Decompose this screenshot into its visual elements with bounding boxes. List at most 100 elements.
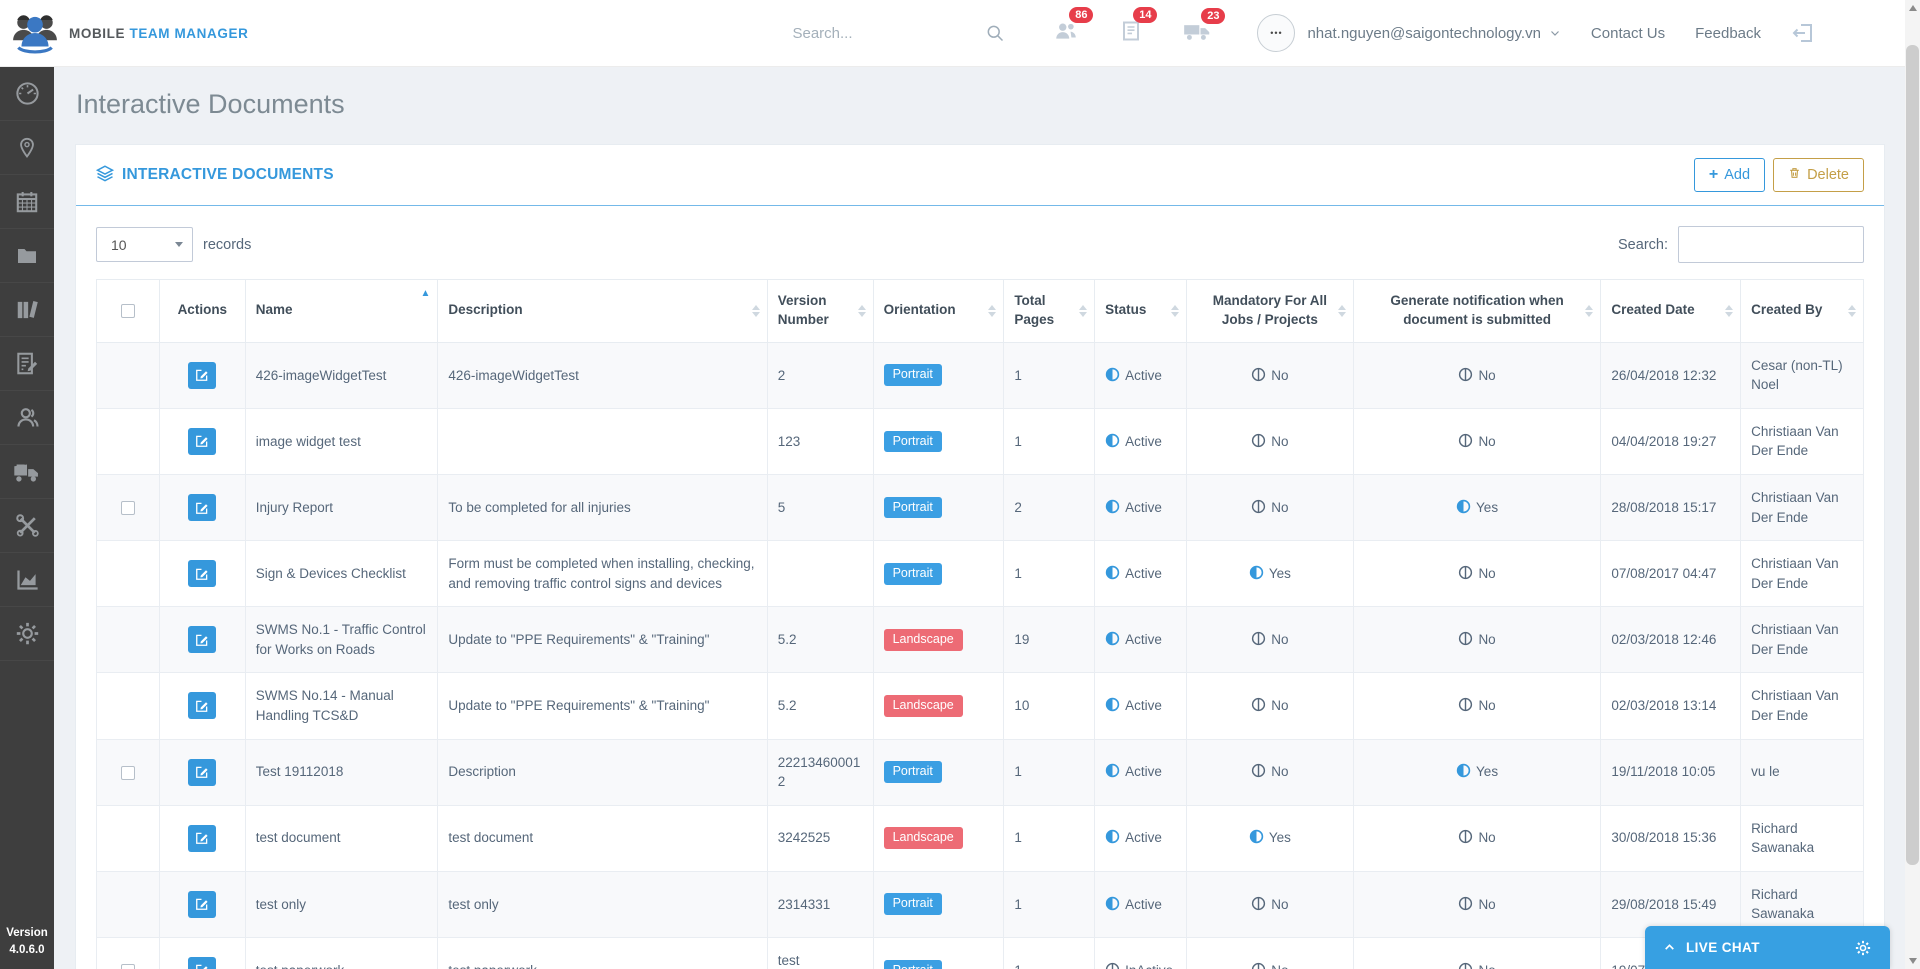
cell-name: test only bbox=[245, 871, 438, 937]
notification-fleet[interactable]: 23 bbox=[1183, 19, 1211, 48]
delete-button[interactable]: Delete bbox=[1773, 158, 1864, 192]
sidebar-item-files[interactable] bbox=[0, 229, 54, 283]
column-header-status[interactable]: Status bbox=[1095, 280, 1187, 343]
folder-icon bbox=[14, 244, 40, 268]
column-header-mandatory[interactable]: Mandatory For All Jobs / Projects bbox=[1187, 280, 1354, 343]
column-label: Actions bbox=[178, 302, 228, 317]
toggle-on-icon bbox=[1105, 763, 1120, 778]
toggle-on-icon bbox=[1105, 499, 1120, 514]
chevron-down-icon bbox=[1549, 27, 1561, 39]
notification-employees[interactable]: 86 bbox=[1053, 18, 1079, 49]
column-header-notification[interactable]: Generate notification when document is s… bbox=[1353, 280, 1601, 343]
cell-created-date: 02/03/2018 12:46 bbox=[1601, 607, 1741, 673]
edit-button[interactable] bbox=[188, 957, 216, 969]
table-row: test paperworktest paperworktest paperwo… bbox=[97, 937, 1864, 969]
orientation-badge: Portrait bbox=[884, 497, 942, 519]
avatar[interactable]: ••• bbox=[1257, 14, 1295, 52]
cell-actions bbox=[159, 937, 245, 969]
scroll-down-arrow[interactable] bbox=[1905, 953, 1920, 969]
column-header-name[interactable]: Name▲ bbox=[245, 280, 438, 343]
live-chat-settings-icon[interactable] bbox=[1854, 939, 1872, 957]
orientation-badge: Portrait bbox=[884, 563, 942, 585]
cell-description: Form must be completed when installing, … bbox=[438, 541, 767, 607]
contact-us-link[interactable]: Contact Us bbox=[1591, 25, 1665, 42]
column-header-created_by[interactable]: Created By bbox=[1741, 280, 1864, 343]
notification-text: No bbox=[1478, 897, 1495, 912]
app-logo[interactable]: MOBILE TEAM MANAGER bbox=[10, 8, 248, 58]
cell-mandatory: No bbox=[1187, 871, 1354, 937]
cell-orientation: Portrait bbox=[873, 937, 1004, 969]
sidebar-item-vehicles[interactable] bbox=[0, 445, 54, 499]
cell-version-number: 5.2 bbox=[767, 673, 873, 739]
cell-version-number: test paperwork bbox=[767, 937, 873, 969]
feedback-link[interactable]: Feedback bbox=[1695, 25, 1761, 42]
column-header-created_date[interactable]: Created Date bbox=[1601, 280, 1741, 343]
live-chat-bar[interactable]: LIVE CHAT bbox=[1645, 926, 1890, 969]
team-logo-icon bbox=[10, 8, 60, 58]
user-menu[interactable]: nhat.nguyen@saigontechnology.vn bbox=[1307, 25, 1560, 42]
notification-documents[interactable]: 14 bbox=[1119, 18, 1143, 49]
column-header-pages[interactable]: Total Pages bbox=[1004, 280, 1095, 343]
sidebar-item-dashboard[interactable] bbox=[0, 67, 54, 121]
cell-orientation: Portrait bbox=[873, 871, 1004, 937]
status-text: Active bbox=[1125, 632, 1162, 647]
sidebar-item-locations[interactable] bbox=[0, 121, 54, 175]
row-checkbox[interactable] bbox=[121, 964, 135, 969]
sidebar-item-calendar[interactable] bbox=[0, 175, 54, 229]
select-all-checkbox[interactable] bbox=[121, 304, 135, 318]
cell-select bbox=[97, 805, 160, 871]
toggle-on-icon bbox=[1105, 565, 1120, 580]
column-header-version[interactable]: Version Number bbox=[767, 280, 873, 343]
edit-button[interactable] bbox=[188, 692, 216, 719]
cell-actions bbox=[159, 607, 245, 673]
row-checkbox[interactable] bbox=[121, 501, 135, 515]
edit-button[interactable] bbox=[188, 825, 216, 852]
sort-asc-icon: ▲ bbox=[420, 287, 430, 301]
scroll-up-arrow[interactable] bbox=[1905, 0, 1920, 16]
cell-select bbox=[97, 475, 160, 541]
notification-text: Yes bbox=[1476, 500, 1498, 515]
sidebar-item-reports[interactable] bbox=[0, 553, 54, 607]
cell-select bbox=[97, 673, 160, 739]
sidebar-item-equipment[interactable] bbox=[0, 499, 54, 553]
cell-status: Active bbox=[1095, 871, 1187, 937]
add-button[interactable]: + Add bbox=[1694, 158, 1765, 192]
mandatory-text: No bbox=[1271, 897, 1288, 912]
global-search-input[interactable] bbox=[792, 25, 947, 42]
edit-button[interactable] bbox=[188, 560, 216, 587]
sidebar-item-settings[interactable] bbox=[0, 607, 54, 661]
cell-description: Description bbox=[438, 739, 767, 805]
table-search-input[interactable] bbox=[1678, 226, 1864, 263]
cell-name: 426-imageWidgetTest bbox=[245, 342, 438, 408]
edit-button[interactable] bbox=[188, 494, 216, 521]
page-size-select[interactable]: 10 bbox=[96, 227, 193, 262]
logout-icon[interactable] bbox=[1791, 21, 1815, 45]
cell-version-number: 5.2 bbox=[767, 607, 873, 673]
edit-button[interactable] bbox=[188, 428, 216, 455]
cell-description: 426-imageWidgetTest bbox=[438, 342, 767, 408]
sidebar-item-people[interactable] bbox=[0, 391, 54, 445]
toggle-on-icon bbox=[1249, 829, 1264, 844]
edit-button[interactable] bbox=[188, 362, 216, 389]
cell-description bbox=[438, 408, 767, 474]
column-header-orientation[interactable]: Orientation bbox=[873, 280, 1004, 343]
cell-notification: No bbox=[1353, 673, 1601, 739]
status-text: Active bbox=[1125, 698, 1162, 713]
column-header-description[interactable]: Description bbox=[438, 280, 767, 343]
cell-mandatory: No bbox=[1187, 739, 1354, 805]
user-email-text: nhat.nguyen@saigontechnology.vn bbox=[1307, 25, 1540, 42]
toggle-off-icon bbox=[1251, 433, 1266, 448]
search-icon[interactable] bbox=[985, 23, 1005, 43]
edit-button[interactable] bbox=[188, 759, 216, 786]
vertical-scrollbar[interactable] bbox=[1905, 0, 1920, 969]
edit-button[interactable] bbox=[188, 891, 216, 918]
cell-description: test paperwork bbox=[438, 937, 767, 969]
sidebar-item-interactive-documents[interactable] bbox=[0, 337, 54, 391]
cell-description: To be completed for all injuries bbox=[438, 475, 767, 541]
sidebar-item-library[interactable] bbox=[0, 283, 54, 337]
cell-created-by: Christiaan Van Der Ende bbox=[1741, 673, 1864, 739]
orientation-badge: Portrait bbox=[884, 364, 942, 386]
row-checkbox[interactable] bbox=[121, 766, 135, 780]
scrollbar-thumb[interactable] bbox=[1906, 45, 1919, 865]
edit-button[interactable] bbox=[188, 626, 216, 653]
